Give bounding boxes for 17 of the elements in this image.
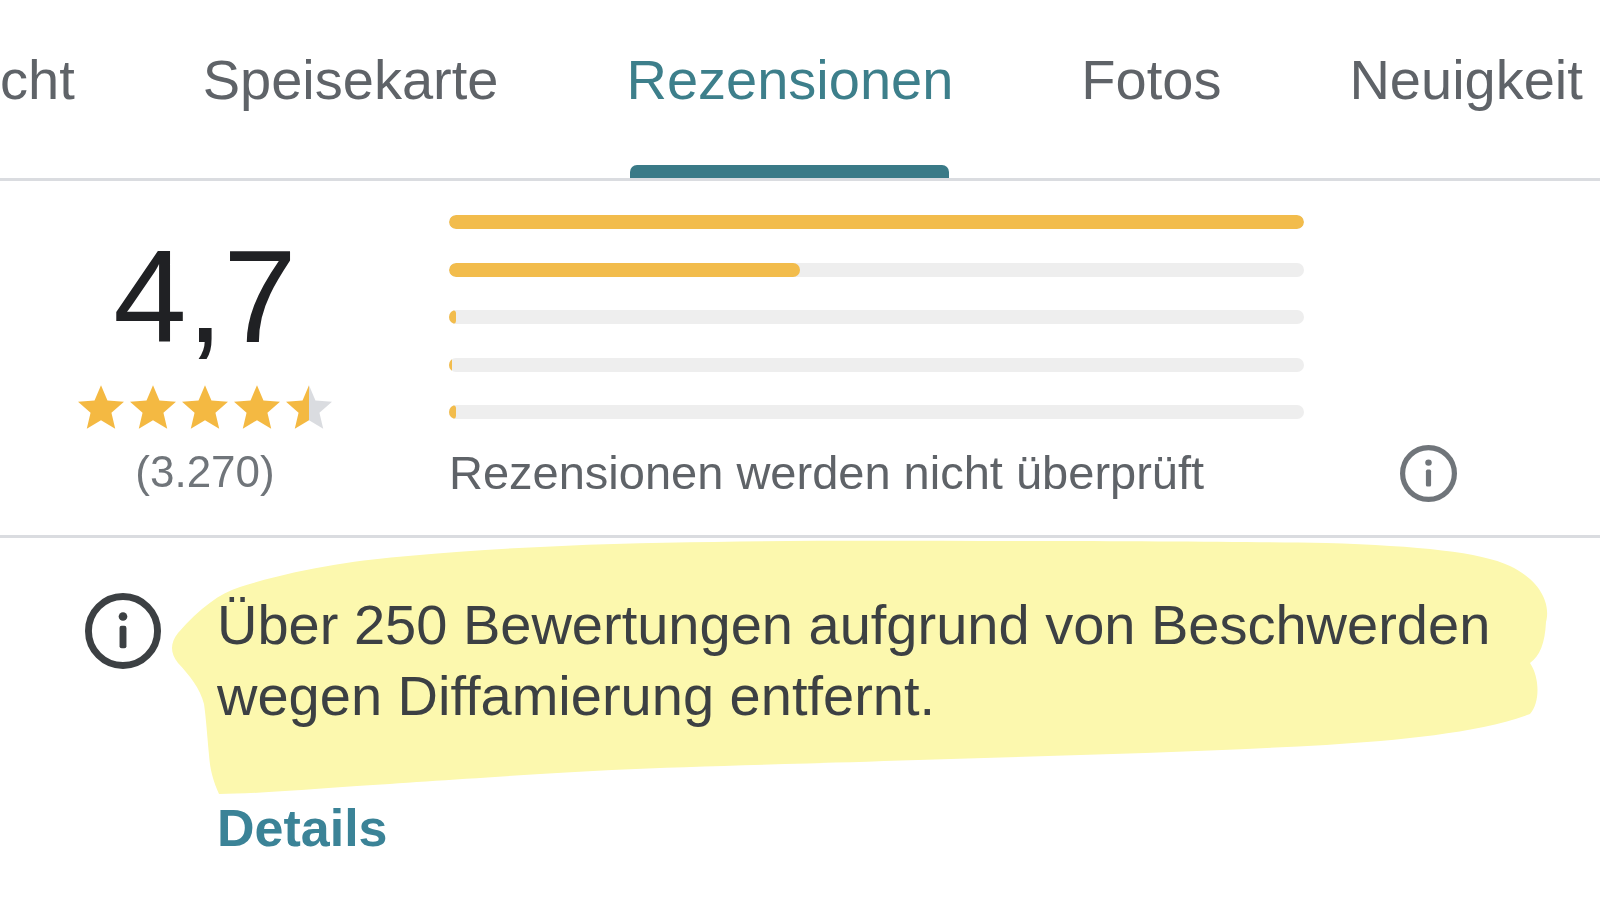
tab[interactable]: Fotos xyxy=(1081,0,1222,178)
info-icon[interactable] xyxy=(1400,444,1457,502)
review-note: Rezensionen werden nicht überprüft xyxy=(449,445,1205,501)
star-icon xyxy=(130,385,176,429)
star-icon xyxy=(234,385,280,429)
review-count: (3.270) xyxy=(135,446,275,498)
star-icon xyxy=(286,385,332,429)
notice-text: Über 250 Bewertungen aufgrund von Beschwerden wegen Diffamierung entfernt. xyxy=(217,592,1492,729)
info-icon xyxy=(85,593,161,669)
details-link[interactable]: Details xyxy=(217,797,388,859)
tab[interactable]: Speisekarte xyxy=(202,0,499,178)
tab[interactable]: Neuigkeit xyxy=(1349,0,1583,178)
tab[interactable]: Rezensionen xyxy=(626,0,954,178)
rating-score: 4,7 xyxy=(113,231,297,363)
star-icon xyxy=(182,385,228,429)
tab[interactable]: cht xyxy=(0,0,75,178)
star-icon xyxy=(78,385,124,429)
